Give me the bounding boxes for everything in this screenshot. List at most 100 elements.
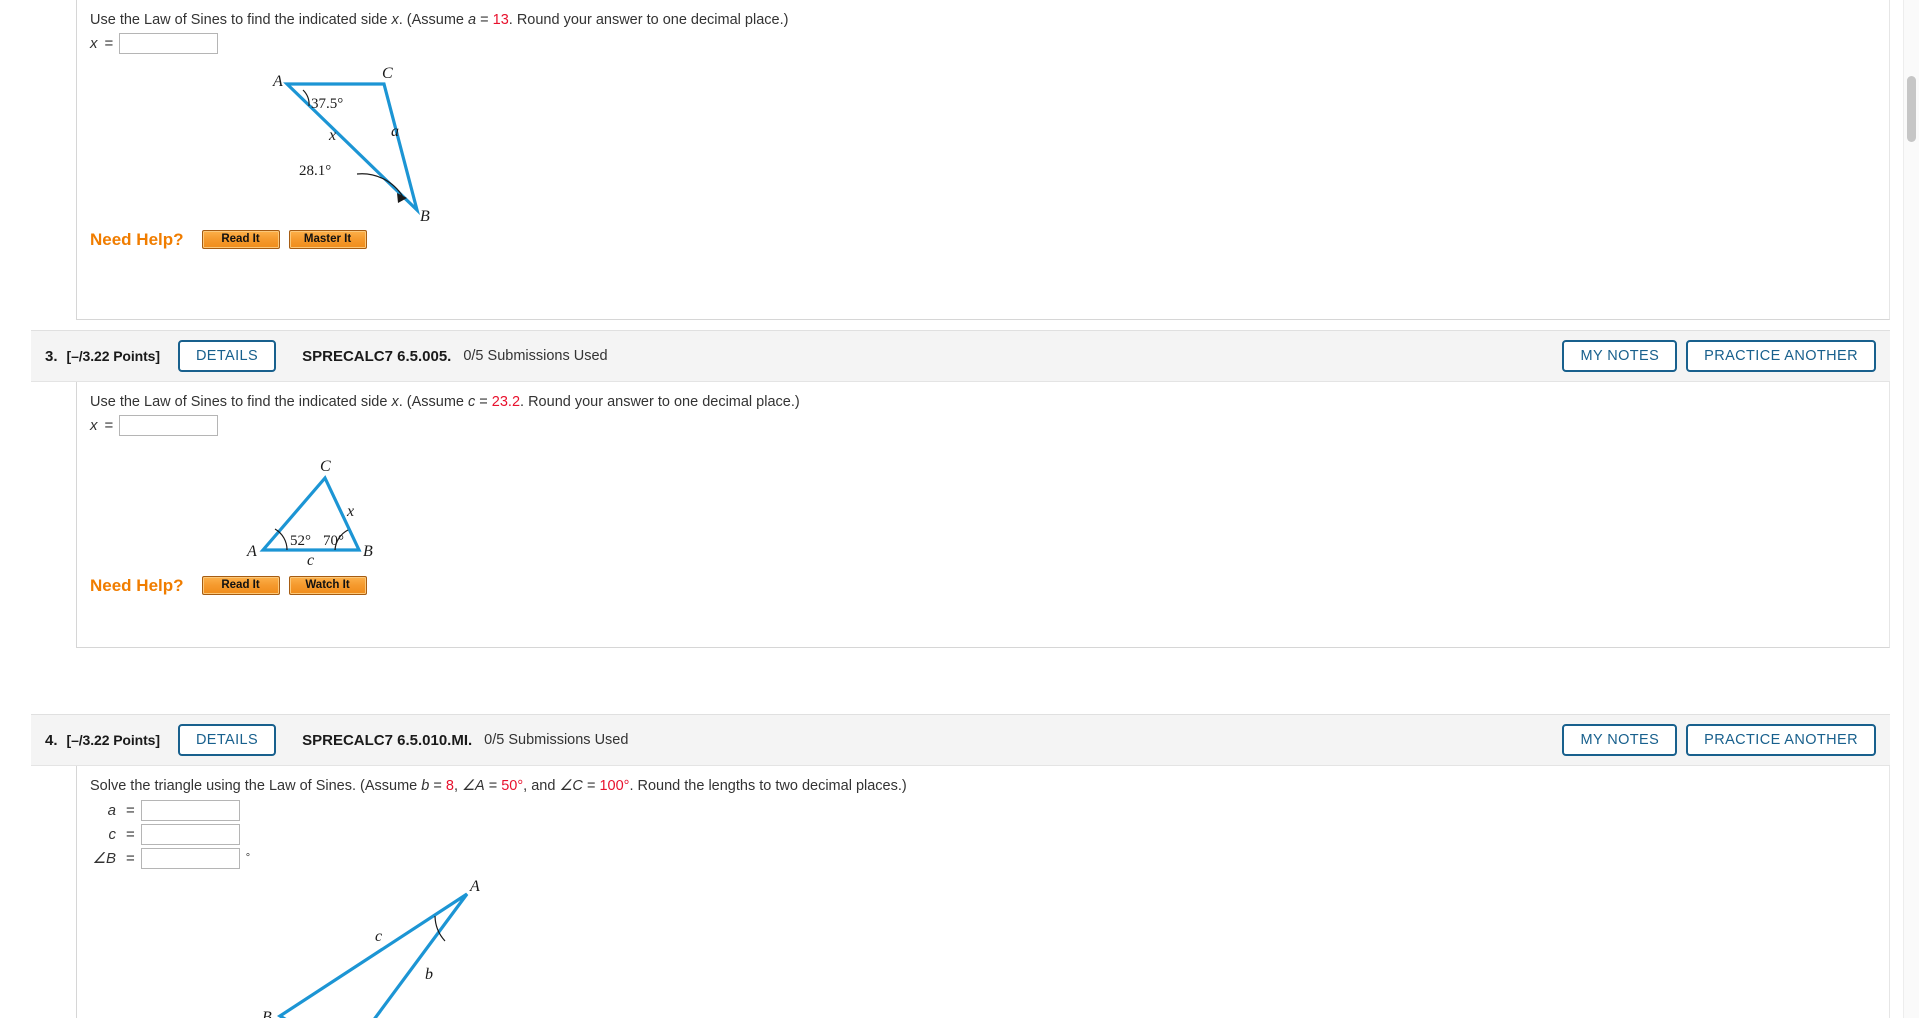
answer-equals-angle-b: = — [126, 849, 135, 867]
vertical-scrollbar[interactable] — [1903, 0, 1919, 1018]
triangle-svg-4: B A C c b a — [262, 879, 480, 1018]
question-prompt-3: Use the Law of Sines to find the indicat… — [77, 382, 1889, 412]
angle-value-B: 70° — [323, 533, 344, 549]
my-notes-button-3[interactable]: MY NOTES — [1562, 339, 1678, 373]
answer-equals: = — [104, 416, 114, 434]
answer-label-angle-b: ∠B — [92, 850, 116, 868]
prompt-sep-1: , — [453, 778, 463, 794]
triangle-figure-3: A B C 52° 70° x c — [197, 446, 1889, 566]
answer-grid-4: a = c = ∠B = ° — [77, 799, 1889, 869]
master-it-button[interactable]: Master It — [288, 230, 367, 250]
prompt-text-post: . Round your answer to one decimal place… — [508, 12, 789, 28]
prompt-text-mid: . (Assume — [398, 12, 469, 28]
header-actions-4: MY NOTES PRACTICE ANOTHER — [1562, 723, 1876, 757]
assignment-page: Use the Law of Sines to find the indicat… — [0, 0, 1890, 1018]
read-it-button[interactable]: Read It — [201, 576, 280, 596]
prompt-b-eq: = — [429, 778, 446, 794]
angle-arc-B — [356, 172, 404, 198]
prompt-angle-a-eq: = — [484, 778, 502, 794]
side-label-x: x — [328, 127, 336, 144]
prompt-text: Use the Law of Sines to find the indicat… — [90, 394, 392, 410]
answer-input-angle-b[interactable] — [140, 847, 240, 869]
angle-value-B: 28.1° — [299, 163, 331, 179]
prompt-text: Solve the triangle using the Law of Sine… — [90, 778, 422, 794]
read-it-button[interactable]: Read It — [201, 230, 280, 250]
vertex-label-B: B — [363, 543, 373, 560]
answer-equals-c: = — [126, 825, 135, 843]
prompt-text-post: . Round your answer to one decimal place… — [520, 394, 800, 410]
triangle-svg-3: A B C 52° 70° x c — [246, 458, 373, 566]
side-label-b: b — [425, 966, 433, 983]
question-points-3: [–/3.22 Points] — [66, 348, 161, 364]
details-button-4[interactable]: DETAILS — [177, 723, 277, 757]
angle-value-A: 37.5° — [311, 96, 343, 112]
question-code-3: SPRECALC7 6.5.005. — [302, 347, 452, 365]
scrollbar-thumb[interactable] — [1907, 76, 1916, 142]
prompt-text-mid: . (Assume — [398, 394, 469, 410]
question-header-4: 4. [–/3.22 Points] DETAILS SPRECALC7 6.5… — [31, 714, 1890, 766]
answer-input-x[interactable] — [119, 32, 219, 54]
vertex-label-A: A — [272, 73, 283, 90]
angle-value-A: 52° — [290, 533, 311, 549]
side-label-c: c — [307, 552, 314, 566]
prompt-value: 23.2 — [491, 394, 521, 410]
question-card-3: 3. [–/3.22 Points] DETAILS SPRECALC7 6.5… — [31, 330, 1890, 648]
prompt-angle-c-var: ∠C — [559, 778, 583, 794]
need-help-label: Need Help? — [90, 229, 184, 249]
practice-another-button-3[interactable]: PRACTICE ANOTHER — [1686, 339, 1876, 373]
answer-equals: = — [104, 34, 114, 52]
prompt-text: Use the Law of Sines to find the indicat… — [90, 12, 392, 28]
prompt-text-post: . Round the lengths to two decimal place… — [629, 778, 907, 794]
prompt-equals: = — [476, 12, 493, 28]
answer-label-c: c — [108, 825, 117, 843]
submissions-used-4: 0/5 Submissions Used — [484, 732, 629, 748]
details-button-3[interactable]: DETAILS — [177, 339, 277, 373]
prompt-variable: x — [391, 394, 399, 410]
answer-equals-a: = — [126, 801, 135, 819]
answer-input-c[interactable] — [140, 823, 240, 845]
vertex-label-A: A — [246, 543, 257, 560]
prompt-variable: x — [391, 12, 399, 28]
prompt-angle-a-var: ∠A — [462, 778, 485, 794]
need-help-row-2: Need Help? Read It Master It — [77, 230, 1889, 250]
answer-row-c: c = — [90, 823, 1889, 845]
practice-another-button-4[interactable]: PRACTICE ANOTHER — [1686, 723, 1876, 757]
question-card-2: Use the Law of Sines to find the indicat… — [31, 0, 1890, 320]
answer-input-a[interactable] — [140, 799, 240, 821]
answer-input-x[interactable] — [119, 414, 219, 436]
answer-label: x — [90, 416, 98, 434]
question-number-4: 4. — [45, 731, 58, 749]
watch-it-button[interactable]: Watch It — [288, 576, 367, 596]
vertex-label-B: B — [420, 208, 430, 222]
answer-label-a: a — [107, 801, 116, 819]
question-body-2: Use the Law of Sines to find the indicat… — [76, 0, 1890, 320]
question-body-4: Solve the triangle using the Law of Sine… — [76, 766, 1890, 1018]
my-notes-button-4[interactable]: MY NOTES — [1562, 723, 1678, 757]
side-label-x: x — [346, 503, 354, 520]
prompt-equals: = — [475, 394, 492, 410]
prompt-value: 13 — [492, 12, 509, 28]
prompt-angle-a-value: 50° — [501, 778, 524, 794]
answer-label: x — [90, 34, 98, 52]
header-actions-3: MY NOTES PRACTICE ANOTHER — [1562, 339, 1876, 373]
answer-row-3: x = — [77, 414, 1889, 436]
triangle-svg-2: A C B 37.5° 28.1° x a — [272, 65, 430, 222]
side-label-c: c — [375, 928, 382, 945]
submissions-used-3: 0/5 Submissions Used — [463, 348, 608, 364]
question-points-4: [–/3.22 Points] — [66, 732, 161, 748]
answer-row-angle-b: ∠B = ° — [90, 847, 1889, 869]
triangle-shape — [276, 892, 469, 1018]
question-prompt-2: Use the Law of Sines to find the indicat… — [77, 0, 1889, 30]
prompt-assume-variable: a — [468, 12, 477, 28]
vertex-label-B: B — [262, 1009, 272, 1018]
vertex-label-C: C — [382, 65, 393, 82]
triangle-figure-4: B A C c b a — [167, 879, 1889, 1018]
prompt-angle-c-eq: = — [582, 778, 600, 794]
need-help-label: Need Help? — [90, 575, 184, 595]
vertex-label-A: A — [469, 879, 480, 895]
question-prompt-4: Solve the triangle using the Law of Sine… — [77, 766, 1889, 796]
prompt-sep-2: , and — [523, 778, 560, 794]
degree-symbol: ° — [245, 852, 251, 865]
vertex-label-C: C — [320, 458, 331, 475]
prompt-b-value: 8 — [445, 778, 454, 794]
